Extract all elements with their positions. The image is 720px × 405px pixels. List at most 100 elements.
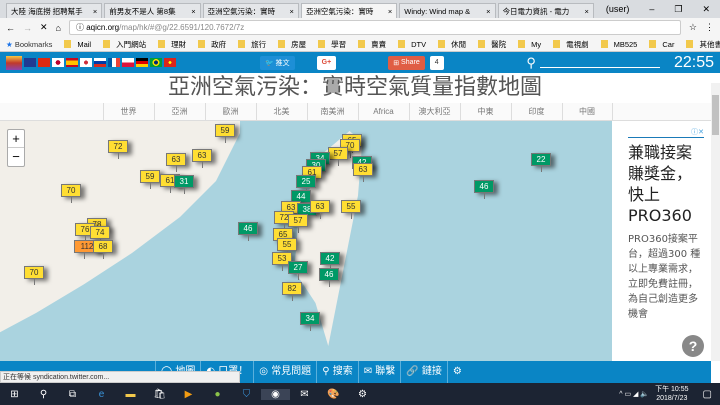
mail-icon[interactable]: ✉ [290, 389, 319, 400]
close-icon[interactable]: × [486, 7, 490, 16]
bookmark-folder[interactable]: Mail [64, 40, 91, 49]
aqi-station-marker[interactable]: 57 [328, 147, 348, 166]
browser-tab[interactable]: 今日電力資訊 - 電力 × [497, 3, 594, 18]
notifications-icon[interactable]: ▢ [703, 389, 712, 400]
search-icon[interactable]: ⚲ [526, 55, 536, 71]
aqi-station-marker[interactable]: 63 [166, 153, 186, 172]
search-icon[interactable]: ⚲ [29, 389, 58, 400]
menu-icon[interactable]: ⋮ [705, 22, 714, 33]
bookmark-folder[interactable]: 電視劇 [553, 39, 589, 50]
flag-spain-icon[interactable] [66, 58, 78, 67]
media-icon[interactable]: ▶ [174, 389, 203, 400]
forward-icon[interactable]: → [23, 23, 32, 33]
aqi-station-marker[interactable]: 27 [288, 261, 308, 280]
aqi-station-marker[interactable]: 63 [192, 149, 212, 168]
bookmark-folder[interactable]: 房屋 [278, 39, 306, 50]
nav-middle-east[interactable]: 中東 [459, 103, 511, 120]
aqi-station-marker[interactable]: 70 [61, 184, 81, 203]
nav-north-america[interactable]: 北美 [255, 103, 307, 120]
edge-icon[interactable]: e [87, 389, 116, 400]
aqi-station-marker[interactable]: 74 [90, 226, 110, 245]
ad-info-icon[interactable]: ⓘ✕ [628, 127, 704, 137]
flag-vietnam-icon[interactable] [164, 58, 176, 67]
stop-icon[interactable]: ✕ [40, 22, 48, 33]
nav-china[interactable]: 中國 [561, 103, 613, 120]
browser-tab[interactable]: 前男友不是人 第8集 × [104, 3, 201, 18]
close-icon[interactable]: × [191, 7, 195, 16]
home-icon[interactable]: ⌂ [56, 23, 61, 33]
nav-contact[interactable]: ✉ 聯繫 [357, 361, 401, 383]
tray-icons[interactable]: ^ ▭ ◢ 🔈 [619, 390, 649, 398]
bookmark-folder[interactable]: 政府 [198, 39, 226, 50]
aqi-station-marker[interactable]: 63 [310, 200, 330, 219]
nav-faq[interactable]: ◎ 常見問題 [253, 361, 316, 383]
nav-australia[interactable]: 澳大利亞 [408, 103, 460, 120]
aqi-station-marker[interactable]: 46 [474, 180, 494, 199]
flag-russia-icon[interactable] [94, 58, 106, 67]
aqi-station-marker[interactable]: 63 [353, 163, 373, 182]
bookmark-folder[interactable]: My [518, 40, 541, 49]
flag-brazil-icon[interactable] [150, 58, 162, 67]
nav-india[interactable]: 印度 [510, 103, 562, 120]
bookmark-star[interactable]: ★ Bookmarks [6, 40, 52, 49]
star-icon[interactable]: ☆ [689, 22, 697, 33]
nav-search[interactable]: ⚲ 搜索 [316, 361, 358, 383]
aqicn-logo[interactable] [6, 55, 22, 70]
windows-start-icon[interactable]: ⊞ [0, 389, 29, 400]
aqi-station-marker[interactable]: 72 [108, 140, 128, 159]
clock[interactable]: 下午 10:55 2018/7/23 [655, 385, 688, 403]
flag-france-icon[interactable] [108, 58, 120, 67]
minimize-icon[interactable]: – [649, 4, 654, 15]
aqi-station-marker[interactable]: 57 [288, 214, 308, 233]
nav-europe[interactable]: 歐洲 [204, 103, 256, 120]
aqi-station-marker[interactable]: 59 [215, 124, 235, 143]
flag-uk-icon[interactable] [24, 58, 36, 67]
zoom-out-button[interactable]: − [8, 148, 24, 166]
scrollbar-thumb[interactable] [712, 95, 719, 135]
browser-tab[interactable]: Windy: Wind map & × [399, 3, 496, 18]
maximize-icon[interactable]: ❐ [674, 4, 682, 15]
close-icon[interactable]: × [388, 7, 392, 16]
paint-icon[interactable]: 🎨 [319, 389, 348, 400]
bookmark-folder[interactable]: 旅行 [238, 39, 266, 50]
tweet-button[interactable]: 🐦 推文 [260, 55, 295, 70]
nav-africa[interactable]: Africa [357, 103, 409, 120]
store-icon[interactable]: 🛍 [145, 389, 174, 400]
chrome-icon[interactable]: ◉ [261, 388, 290, 400]
browser-tab[interactable]: 亞洲空氣污染：實時 × [202, 3, 299, 18]
bookmark-folder[interactable]: 賣賣 [358, 39, 386, 50]
close-icon[interactable]: × [584, 7, 588, 16]
flag-china-icon[interactable] [38, 58, 50, 67]
aqi-station-marker[interactable]: 82 [282, 282, 302, 301]
flag-japan-icon[interactable] [52, 58, 64, 67]
bookmark-folder[interactable]: DTV [398, 40, 426, 49]
aqi-station-marker[interactable]: 59 [140, 170, 160, 189]
share-button[interactable]: ⊞ Share [388, 55, 425, 70]
aqi-station-marker[interactable]: 31 [174, 175, 194, 194]
help-button[interactable]: ? [682, 335, 704, 357]
nav-links[interactable]: 🔗 鏈接 [400, 361, 447, 383]
back-icon[interactable]: ← [6, 23, 15, 33]
aqi-station-marker[interactable]: 55 [341, 200, 361, 219]
ad-headline[interactable]: 兼職接案賺獎金，快上PRO360 [628, 137, 704, 226]
aqi-station-marker[interactable]: 25 [296, 175, 316, 194]
url-input[interactable]: ⓘ aqicn.org/map/hk/#@g/22.6591/120.7672/… [68, 20, 681, 35]
aqi-station-marker[interactable]: 42 [320, 252, 340, 271]
aqi-station-marker[interactable]: 34 [300, 312, 320, 331]
aqi-station-marker[interactable]: 55 [277, 238, 297, 257]
bookmark-folder[interactable]: MB525 [601, 40, 638, 49]
settings-icon[interactable]: ⚙ [348, 389, 377, 400]
bookmark-folder[interactable]: Car [649, 40, 674, 49]
aqi-station-marker[interactable]: 22 [531, 153, 551, 172]
defender-icon[interactable]: ⛉ [232, 389, 261, 400]
close-icon[interactable]: × [93, 7, 97, 16]
other-bookmarks[interactable]: 其他書籤 [686, 39, 720, 50]
bookmark-folder[interactable]: 理財 [158, 39, 186, 50]
close-window-icon[interactable]: ✕ [702, 4, 710, 15]
flag-germany-icon[interactable] [136, 58, 148, 67]
page-scrollbar[interactable] [711, 83, 720, 361]
aqi-station-marker[interactable]: 70 [24, 266, 44, 285]
flag-poland-icon[interactable] [122, 58, 134, 67]
search-input[interactable] [539, 58, 660, 68]
bookmark-folder[interactable]: 入門網站 [103, 39, 146, 50]
